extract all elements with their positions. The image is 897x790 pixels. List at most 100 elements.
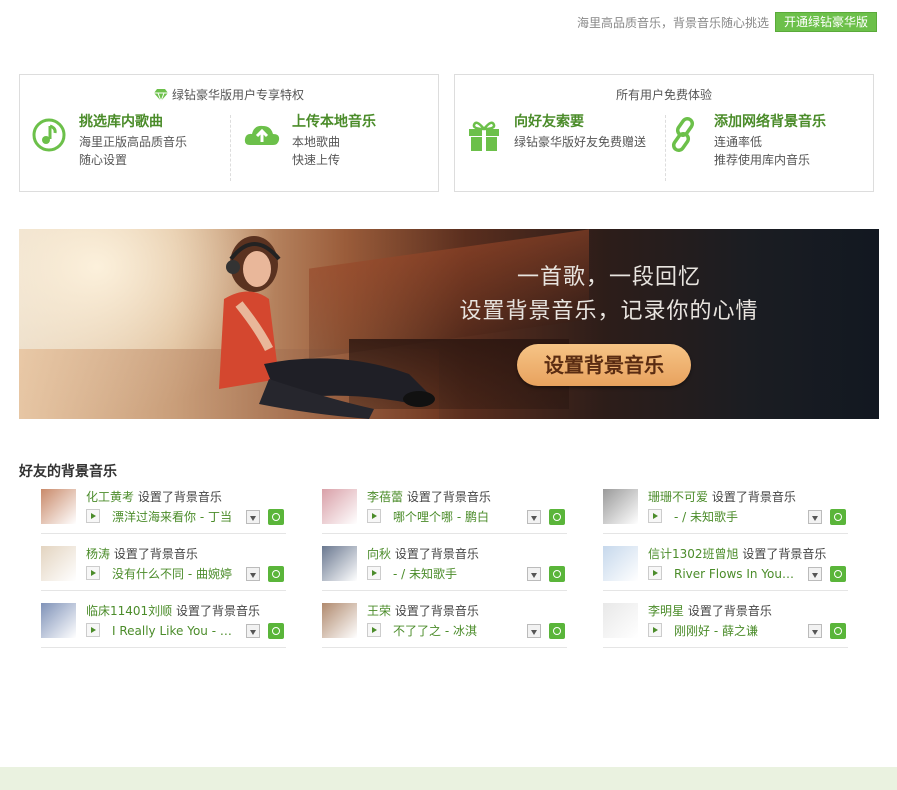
song-title[interactable]: - / 未知歌手 [393,565,515,583]
friend-name[interactable]: 王荣 [367,604,391,618]
feature-title: 向好友索要 [514,114,584,130]
song-title[interactable]: I Really Like You - Car [112,622,234,640]
feature-desc: 随心设置 [79,153,128,167]
friend-name[interactable]: 临床11401刘顺 [86,604,172,618]
set-background-music-button[interactable]: 设置背景音乐 [517,344,691,386]
vip-features-box: 绿钻豪华版用户专享特权 挑选库内歌曲 海里正版高品质音乐 随心设置 上传本地音乐… [19,74,439,192]
friend-name[interactable]: 珊珊不可爱 [648,490,708,504]
friend-action: 设置了背景音乐 [394,604,479,618]
friend-action: 设置了背景音乐 [137,490,222,504]
feature-add-web-music[interactable]: 添加网络背景音乐 连通率低 推荐使用库内音乐 [664,113,826,169]
use-music-button[interactable] [268,566,284,582]
feature-divider [230,115,231,181]
song-title[interactable]: 漂洋过海来看你 - 丁当 [112,508,234,526]
promo-text: 海里高品质音乐，背景音乐随心挑选 [576,15,769,30]
use-music-button[interactable] [549,566,565,582]
play-button[interactable] [86,623,100,637]
use-music-button[interactable] [830,509,846,525]
song-title[interactable]: 刚刚好 - 薛之谦 [674,622,796,640]
friend-line: 向秋 设置了背景音乐 [367,546,479,562]
use-music-button[interactable] [830,623,846,639]
play-button[interactable] [86,509,100,523]
friend-action: 设置了背景音乐 [176,604,261,618]
friend-line: 信计1302班曾旭 设置了背景音乐 [648,546,826,562]
background-music-banner[interactable]: 一首歌，一段回忆 设置背景音乐，记录你的心情 设置背景音乐 [19,229,879,419]
friend-item: 王荣 设置了背景音乐不了了之 - 冰淇 [322,603,567,648]
cloud-upload-icon [244,125,280,145]
feature-upload-local-music[interactable]: 上传本地音乐 本地歌曲 快速上传 [242,113,376,169]
avatar[interactable] [322,603,357,638]
diamond-icon [153,88,168,101]
download-button[interactable] [246,567,260,581]
play-button[interactable] [648,509,662,523]
friend-name[interactable]: 信计1302班曾旭 [648,547,739,561]
download-button[interactable] [527,510,541,524]
friends-section-title: 好友的背景音乐 [19,464,117,480]
open-vip-button[interactable]: 开通绿钻豪华版 [774,12,877,32]
friend-item: 李蓓蕾 设置了背景音乐哪个哩个哪 - 鹏白 [322,489,567,534]
friend-line: 化工黄考 设置了背景音乐 [86,489,222,505]
download-button[interactable] [527,624,541,638]
friend-action: 设置了背景音乐 [406,490,491,504]
avatar[interactable] [322,546,357,581]
friend-name[interactable]: 化工黄考 [86,490,134,504]
play-button[interactable] [648,623,662,637]
download-button[interactable] [808,624,822,638]
friend-line: 杨涛 设置了背景音乐 [86,546,198,562]
friend-item: 杨涛 设置了背景音乐没有什么不同 - 曲婉婷 [41,546,286,591]
use-music-button[interactable] [268,623,284,639]
feature-desc: 本地歌曲 [292,135,341,149]
song-title[interactable]: River Flows In You - .. [674,565,796,583]
download-button[interactable] [246,510,260,524]
friend-line: 临床11401刘顺 设置了背景音乐 [86,603,260,619]
song-title[interactable]: 哪个哩个哪 - 鹏白 [393,508,515,526]
use-music-button[interactable] [549,623,565,639]
feature-ask-friends[interactable]: 向好友索要 绿钻豪华版好友免费赠送 [464,113,646,155]
friend-name[interactable]: 向秋 [367,547,391,561]
avatar[interactable] [603,603,638,638]
song-title[interactable]: 不了了之 - 冰淇 [393,622,515,640]
download-button[interactable] [527,567,541,581]
friend-action: 设置了背景音乐 [742,547,827,561]
friend-item: 向秋 设置了背景音乐 - / 未知歌手 [322,546,567,591]
feature-title: 挑选库内歌曲 [79,114,163,130]
avatar[interactable] [603,546,638,581]
friend-item: 信计1302班曾旭 设置了背景音乐 River Flows In You - .. [603,546,848,591]
avatar[interactable] [41,489,76,524]
avatar[interactable] [322,489,357,524]
play-button[interactable] [86,566,100,580]
friend-item: 临床11401刘顺 设置了背景音乐 I Really Like You - Car [41,603,286,648]
use-music-button[interactable] [549,509,565,525]
vip-box-header: 绿钻豪华版用户专享特权 [20,86,438,103]
friend-name[interactable]: 杨涛 [86,547,110,561]
avatar[interactable] [41,546,76,581]
music-note-icon [32,118,66,152]
play-button[interactable] [367,623,381,637]
friend-line: 王荣 设置了背景音乐 [367,603,479,619]
girl-with-headphones-image [219,236,435,419]
friend-line: 李蓓蕾 设置了背景音乐 [367,489,491,505]
avatar[interactable] [41,603,76,638]
feature-pick-library-songs[interactable]: 挑选库内歌曲 海里正版高品质音乐 随心设置 [29,113,187,169]
friend-name[interactable]: 李明星 [648,604,684,618]
use-music-button[interactable] [268,509,284,525]
download-button[interactable] [246,624,260,638]
download-button[interactable] [808,510,822,524]
play-button[interactable] [367,509,381,523]
feature-desc: 海里正版高品质音乐 [79,135,188,149]
play-button[interactable] [367,566,381,580]
feature-desc: 连通率低 [714,135,763,149]
friend-action: 设置了背景音乐 [394,547,479,561]
feature-desc: 快速上传 [292,153,341,167]
play-button[interactable] [648,566,662,580]
free-box-header: 所有用户免费体验 [455,86,873,103]
song-title[interactable]: 没有什么不同 - 曲婉婷 [112,565,234,583]
footer-band [0,767,897,790]
avatar[interactable] [603,489,638,524]
free-features-box: 所有用户免费体验 向好友索要 绿钻豪华版好友免费赠送 添加网络背景音乐 连通率低… [454,74,874,192]
download-button[interactable] [808,567,822,581]
song-title[interactable]: - / 未知歌手 [674,508,796,526]
use-music-button[interactable] [830,566,846,582]
friend-name[interactable]: 李蓓蕾 [367,490,403,504]
friend-line: 珊珊不可爱 设置了背景音乐 [648,489,796,505]
